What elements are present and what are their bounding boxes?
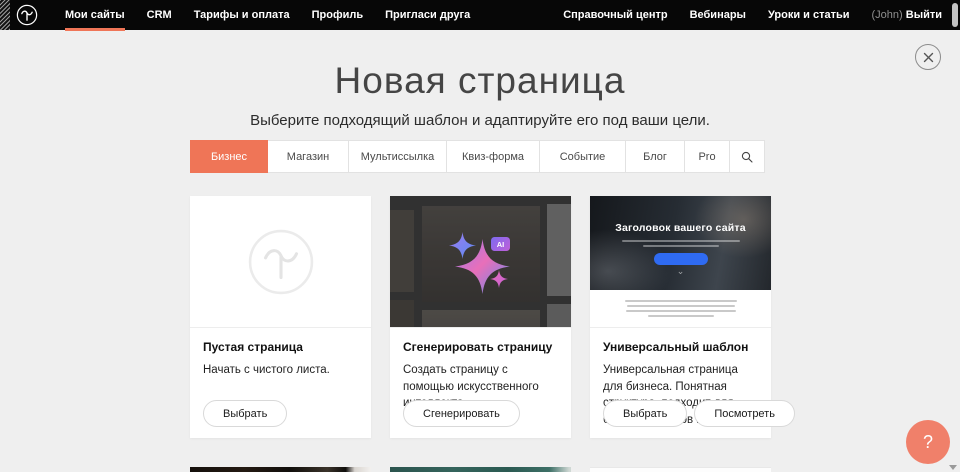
- card-description: Начать с чистого листа.: [203, 362, 358, 379]
- template-card-partial-1[interactable]: [190, 467, 371, 472]
- nav-user-logout[interactable]: (John) Выйти: [861, 0, 943, 31]
- preview-text-section: [590, 290, 771, 328]
- tab-quiz-form[interactable]: Квиз-форма: [446, 140, 540, 173]
- template-card-partial-3[interactable]: [590, 467, 771, 472]
- tilda-logo-watermark-icon: [248, 229, 314, 295]
- preview-hero-subtitle-line: [643, 245, 719, 247]
- top-nav: Мои сайты CRM Тарифы и оплата Профиль Пр…: [0, 0, 960, 30]
- scrollbar-thumb[interactable]: [952, 3, 958, 27]
- template-card-partial-2[interactable]: [390, 467, 571, 472]
- nav-menu-left: Мои сайты CRM Тарифы и оплата Профиль Пр…: [54, 0, 481, 31]
- preview-hero: Заголовок вашего сайта ⌄: [590, 196, 771, 290]
- card-title: Сгенерировать страницу: [403, 340, 558, 354]
- choose-universal-button[interactable]: Выбрать: [603, 400, 687, 427]
- nav-item-webinars[interactable]: Вебинары: [679, 0, 757, 31]
- nav-item-lessons[interactable]: Уроки и статьи: [757, 0, 861, 31]
- card-title: Пустая страница: [203, 340, 358, 354]
- card-body: Пустая страница Начать с чистого листа. …: [190, 328, 371, 437]
- blank-page-preview: [190, 196, 371, 328]
- tab-event[interactable]: Событие: [539, 140, 626, 173]
- page-title: Новая страница: [0, 60, 960, 102]
- tab-business[interactable]: Бизнес: [190, 140, 268, 173]
- logout-link[interactable]: Выйти: [906, 9, 942, 21]
- tab-search[interactable]: [729, 140, 765, 173]
- page-subtitle: Выберите подходящий шаблон и адаптируйте…: [0, 112, 960, 129]
- chevron-down-icon: ⌄: [677, 266, 685, 277]
- card-title: Универсальный шаблон: [603, 340, 758, 354]
- nav-item-crm[interactable]: CRM: [136, 0, 183, 31]
- universal-template-preview: Заголовок вашего сайта ⌄: [590, 196, 771, 328]
- nav-item-my-sites[interactable]: Мои сайты: [54, 0, 136, 31]
- preview-hero-button: [654, 253, 708, 265]
- search-icon: [741, 151, 753, 163]
- preview-hero-subtitle-line: [622, 240, 740, 242]
- tab-pro[interactable]: Pro: [684, 140, 730, 173]
- nav-item-help-center[interactable]: Справочный центр: [552, 0, 678, 31]
- card-body: Сгенерировать страницу Создать страницу …: [390, 328, 571, 437]
- nav-item-invite-friend[interactable]: Пригласи друга: [374, 0, 481, 31]
- preview-universal-button[interactable]: Посмотреть: [694, 400, 795, 427]
- ai-preview: AI: [390, 196, 571, 328]
- template-card-universal: Заголовок вашего сайта ⌄ Универсальный ш…: [590, 196, 771, 438]
- ai-badge: AI: [491, 237, 510, 251]
- tilda-logo-icon[interactable]: [16, 4, 38, 26]
- nav-item-tariffs[interactable]: Тарифы и оплата: [183, 0, 301, 31]
- edge-pattern: [0, 0, 10, 30]
- sparkle-tiny-icon: [490, 270, 508, 288]
- preview-hero-title: Заголовок вашего сайта: [590, 222, 771, 234]
- template-card-blank-page: Пустая страница Начать с чистого листа. …: [190, 196, 371, 438]
- user-name: (John): [872, 9, 903, 21]
- tab-multilink[interactable]: Мультиссылка: [348, 140, 447, 173]
- nav-item-profile[interactable]: Профиль: [301, 0, 374, 31]
- generate-button[interactable]: Сгенерировать: [403, 400, 520, 427]
- scrollbar-arrow-down-icon[interactable]: [949, 465, 957, 470]
- template-category-tabs: Бизнес Магазин Мультиссылка Квиз-форма С…: [190, 140, 771, 173]
- choose-blank-button[interactable]: Выбрать: [203, 400, 287, 427]
- help-button[interactable]: ?: [906, 420, 950, 464]
- template-card-ai-generate: AI Сгенерировать страницу Создать страни…: [390, 196, 571, 438]
- card-body: Универсальный шаблон Универсальная стран…: [590, 328, 771, 437]
- tab-shop[interactable]: Магазин: [267, 140, 349, 173]
- nav-menu-right: Справочный центр Вебинары Уроки и статьи…: [552, 0, 960, 31]
- tab-blog[interactable]: Блог: [625, 140, 685, 173]
